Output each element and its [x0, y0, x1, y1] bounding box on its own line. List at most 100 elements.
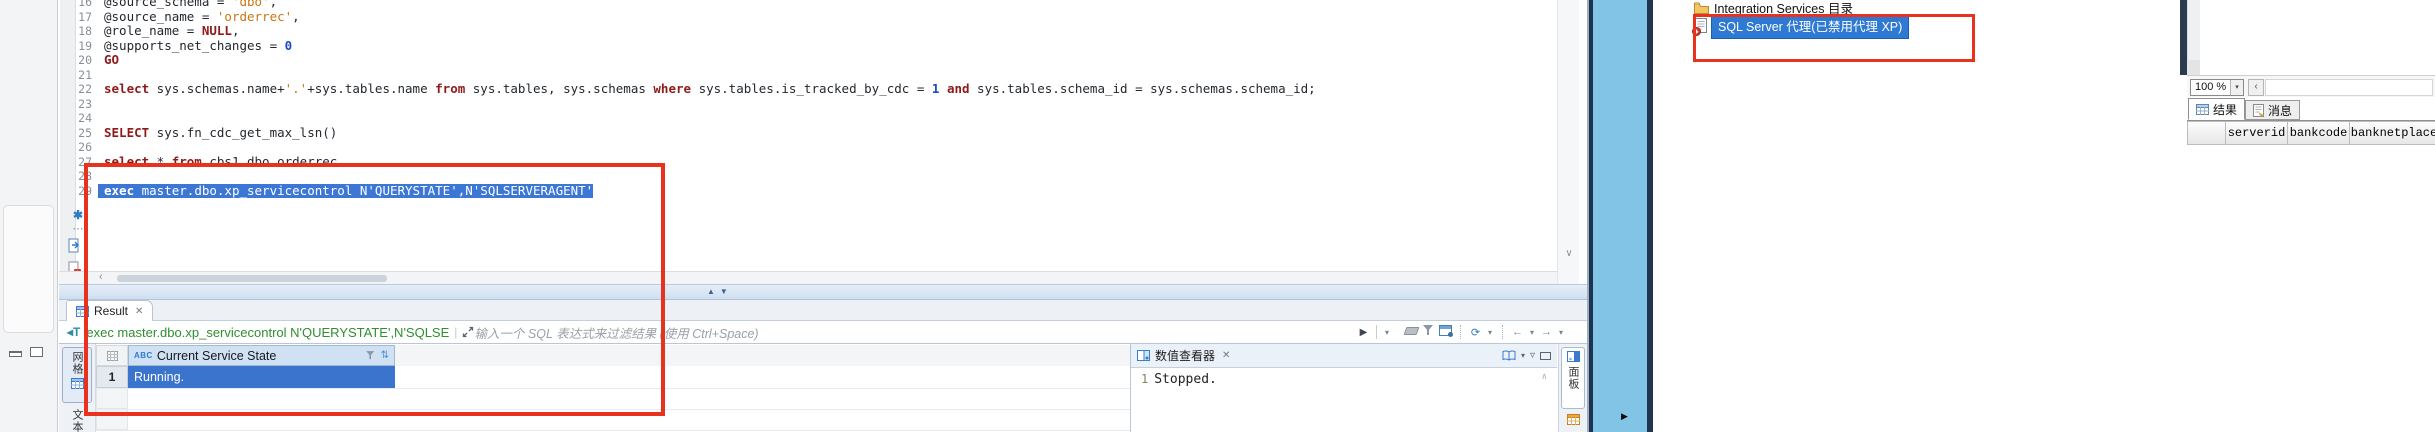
- filter-type-icon[interactable]: ◂T: [67, 325, 80, 339]
- code-line-27[interactable]: 27select * from cbs1.dbo.orderrec: [77, 155, 1557, 170]
- editor-results-splitter[interactable]: ▲▼: [59, 284, 1587, 300]
- scroll-left-icon[interactable]: ‹: [99, 271, 103, 283]
- code-line-28[interactable]: 28: [77, 169, 1557, 184]
- close-icon[interactable]: ✕: [1222, 350, 1230, 361]
- code-text: [98, 68, 104, 83]
- grid-config-icon[interactable]: [1437, 325, 1454, 339]
- close-icon[interactable]: ✕: [135, 306, 143, 317]
- tree-item-label-selected: SQL Server 代理(已禁用代理 XP): [1711, 16, 1909, 39]
- window-frame-dark: [2180, 0, 2187, 75]
- orange-grid-icon[interactable]: [1567, 414, 1580, 425]
- column-filter-icon[interactable]: [366, 351, 376, 360]
- forward-icon[interactable]: →: [1538, 326, 1555, 338]
- grid-corner-cell[interactable]: [96, 345, 128, 366]
- line-number: 27: [77, 155, 98, 170]
- script-next-icon[interactable]: [68, 238, 88, 253]
- sql-editor[interactable]: 16@source_schema = 'dbo',17@source_name …: [59, 0, 1557, 271]
- separator: [1376, 325, 1377, 339]
- column-sort-icon[interactable]: ⇅: [381, 350, 389, 361]
- tab-panels[interactable]: 面板: [1561, 347, 1585, 409]
- minimize-panel-icon[interactable]: ▿: [1530, 350, 1535, 361]
- refresh-icon[interactable]: ⟳: [1467, 326, 1484, 339]
- left-collapsed-panel-rail: [0, 0, 58, 432]
- run-filter-icon[interactable]: ▶: [1355, 327, 1372, 338]
- tab-results[interactable]: 结果: [2188, 98, 2245, 120]
- result-tab-bar: Result ✕: [59, 300, 1587, 321]
- line-number: 20: [77, 53, 98, 68]
- scroll-left-button[interactable]: ‹: [2248, 79, 2264, 96]
- ssms-column-banknetplace[interactable]: banknetplace: [2349, 121, 2435, 145]
- zoom-level-value: 100 %: [2195, 81, 2226, 93]
- editor-horizontal-scrollbar[interactable]: ‹: [59, 271, 1557, 284]
- editor-vertical-scrollbar[interactable]: ∨: [1557, 0, 1579, 284]
- zoom-level-select[interactable]: 100 % ▾: [2190, 79, 2244, 96]
- code-line-29[interactable]: 29exec master.dbo.xp_servicecontrol N'QU…: [77, 184, 1557, 199]
- ssms-editor-scrollbar[interactable]: [2187, 0, 2200, 60]
- code-line-19[interactable]: 19@supports_net_changes = 0: [77, 39, 1557, 54]
- back-dropdown-icon[interactable]: ▾: [1526, 328, 1538, 337]
- value-viewer-content[interactable]: 1Stopped. ∧: [1131, 368, 1557, 432]
- ssms-column-bankcode[interactable]: bankcode: [2287, 121, 2350, 145]
- text-view-label: 文本: [69, 409, 85, 432]
- line-number: 23: [77, 97, 98, 112]
- row-header-1[interactable]: 1: [96, 366, 128, 388]
- book-icon[interactable]: [1502, 350, 1516, 361]
- grid-icon: [76, 306, 89, 317]
- cell-running[interactable]: Running.: [128, 366, 395, 388]
- forward-dropdown-icon[interactable]: ▾: [1555, 328, 1567, 337]
- grid-config-icon: [1439, 325, 1452, 336]
- column-header-current-service-state[interactable]: ABC Current Service State ⇅: [128, 345, 395, 366]
- code-line-25[interactable]: 25SELECT sys.fn_cdc_get_max_lsn(): [77, 126, 1557, 141]
- code-line-26[interactable]: 26: [77, 140, 1557, 155]
- grid-icon: [71, 378, 84, 389]
- code-line-24[interactable]: 24: [77, 111, 1557, 126]
- maximize-panel-icon[interactable]: [1540, 352, 1551, 360]
- tab-grid-view[interactable]: 网格: [62, 347, 92, 403]
- chevron-down-icon[interactable]: ▾: [1521, 351, 1525, 360]
- horizontal-scroll-thumb[interactable]: [117, 275, 387, 282]
- panel-icon: [1567, 351, 1580, 362]
- ssms-grid-corner: [2187, 121, 2226, 145]
- ssms-zoom-bar: 100 % ▾ ‹: [2187, 75, 2435, 97]
- tab-messages[interactable]: 消息: [2245, 100, 2300, 120]
- scroll-up-icon[interactable]: ∧: [1542, 372, 1547, 382]
- code-line-18[interactable]: 18@role_name = NULL,: [77, 24, 1557, 39]
- splitter-arrows-icon[interactable]: ▲▼: [707, 287, 733, 296]
- overflow-dots-icon[interactable]: ⋯: [68, 222, 88, 235]
- collapsed-arrow-icon[interactable]: ▶: [1621, 411, 1628, 422]
- code-line-23[interactable]: 23: [77, 97, 1557, 112]
- code-line-22[interactable]: 22select sys.schemas.name+'.'+sys.tables…: [77, 82, 1557, 97]
- ssms-column-serverid[interactable]: serverid: [2225, 121, 2288, 145]
- save-filter-icon[interactable]: [1420, 325, 1437, 339]
- back-icon[interactable]: ←: [1509, 326, 1526, 338]
- screen: 16@source_schema = 'dbo',17@source_name …: [0, 0, 2435, 432]
- chevron-down-icon[interactable]: ▾: [2230, 80, 2243, 95]
- restore-panel-icon[interactable]: [9, 351, 22, 357]
- tab-text-view[interactable]: 文本: [62, 406, 92, 432]
- code-line-20[interactable]: 20GO: [77, 53, 1557, 68]
- run-filter-dropdown-icon[interactable]: ▾: [1381, 328, 1393, 337]
- tab-result[interactable]: Result ✕: [66, 300, 153, 321]
- grid-row-line: [96, 409, 1130, 410]
- line-number: 24: [77, 111, 98, 126]
- value-viewer-title: 数值查看器: [1155, 347, 1215, 364]
- line-number: 26: [77, 140, 98, 155]
- tree-item-sql-server-agent[interactable]: SQL Server 代理(已禁用代理 XP): [1692, 16, 1909, 38]
- eraser-icon: [1404, 327, 1420, 335]
- collapsed-panel-box: [3, 205, 54, 333]
- line-number: 16: [77, 0, 98, 10]
- scroll-down-icon[interactable]: ∨: [1558, 248, 1580, 259]
- code-text: [98, 111, 104, 126]
- gear-flower-icon[interactable]: ✱: [68, 208, 88, 222]
- code-line-17[interactable]: 17@source_name = 'orderrec',: [77, 10, 1557, 25]
- messages-tab-label: 消息: [2268, 102, 2292, 119]
- ssms-horizontal-scrollbar[interactable]: [2265, 79, 2433, 96]
- code-line-21[interactable]: 21: [77, 68, 1557, 83]
- result-filter-input[interactable]: exec master.dbo.xp_servicecontrol N'QUER…: [86, 325, 449, 340]
- grid-corner-icon: [107, 351, 118, 361]
- expand-filter-icon[interactable]: [462, 326, 474, 338]
- refresh-dropdown-icon[interactable]: ▾: [1484, 328, 1496, 337]
- tree-item-integration-services[interactable]: Integration Services 目录: [1694, 0, 1853, 15]
- maximize-panel-icon[interactable]: [30, 347, 43, 357]
- eraser-icon[interactable]: [1403, 326, 1420, 338]
